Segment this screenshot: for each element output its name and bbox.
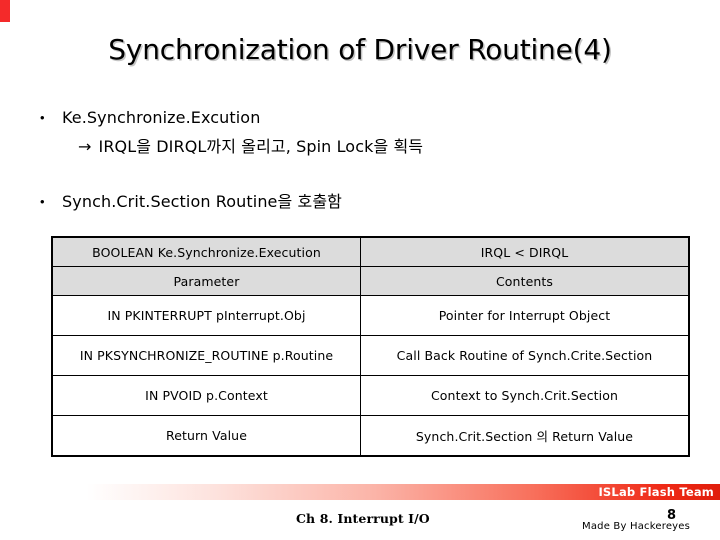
table-row: IN PKINTERRUPT pInterrupt.Obj Pointer fo… bbox=[51, 295, 690, 336]
corner-accent-marker bbox=[0, 0, 10, 22]
table-row: Return Value Synch.Crit.Section 의 Return… bbox=[51, 415, 690, 457]
cell-contents: Pointer for Interrupt Object bbox=[360, 295, 690, 336]
bullet-item-2: • Synch.Crit.Section Routine을 호출함 bbox=[34, 190, 694, 213]
bullet-marker-icon: • bbox=[40, 110, 45, 125]
table-row: IN PVOID p.Context Context to Synch.Crit… bbox=[51, 375, 690, 416]
cell-parameter: IN PKSYNCHRONIZE_ROUTINE p.Routine bbox=[51, 335, 361, 376]
bullet-label-1: Ke.Synchronize.Excution bbox=[62, 108, 261, 127]
sub-bullet-item-1: → IRQL을 DIRQL까지 올리고, Spin Lock을 획득 bbox=[78, 136, 694, 158]
sub-bullet-label-1: IRQL을 DIRQL까지 올리고, Spin Lock을 획득 bbox=[98, 137, 424, 156]
function-specification-table: BOOLEAN Ke.Synchronize.Execution IRQL < … bbox=[51, 236, 690, 457]
arrow-right-icon: → bbox=[78, 137, 92, 156]
cell-parameter: Return Value bbox=[51, 415, 361, 457]
bullet-block-2: • Synch.Crit.Section Routine을 호출함 bbox=[34, 190, 694, 213]
cell-parameter: IN PKINTERRUPT pInterrupt.Obj bbox=[51, 295, 361, 336]
page-number: 8 bbox=[667, 508, 677, 523]
footer-chapter-label: Ch 8. Interrupt I/O bbox=[296, 511, 430, 526]
column-header-contents: Contents bbox=[360, 266, 690, 296]
page-title: Synchronization of Driver Routine(4) bbox=[108, 33, 612, 66]
bullet-block-1: • Ke.Synchronize.Excution → IRQL을 DIRQL까지… bbox=[34, 106, 694, 158]
footer-team-label: ISLab Flash Team bbox=[598, 485, 714, 499]
table-column-header-row: Parameter Contents bbox=[51, 266, 690, 296]
signature-function-cell: BOOLEAN Ke.Synchronize.Execution bbox=[51, 236, 361, 267]
bullet-label-2: Synch.Crit.Section Routine을 호출함 bbox=[62, 192, 342, 211]
cell-contents: Synch.Crit.Section 의 Return Value bbox=[360, 415, 690, 457]
cell-contents: Call Back Routine of Synch.Crite.Section bbox=[360, 335, 690, 376]
cell-contents: Context to Synch.Crit.Section bbox=[360, 375, 690, 416]
column-header-parameter: Parameter bbox=[51, 266, 361, 296]
signature-irql-cell: IRQL < DIRQL bbox=[360, 236, 690, 267]
bullet-marker-icon: • bbox=[40, 194, 45, 209]
table-signature-row: BOOLEAN Ke.Synchronize.Execution IRQL < … bbox=[51, 236, 690, 267]
cell-parameter: IN PVOID p.Context bbox=[51, 375, 361, 416]
table-row: IN PKSYNCHRONIZE_ROUTINE p.Routine Call … bbox=[51, 335, 690, 376]
bullet-item-1: • Ke.Synchronize.Excution bbox=[34, 106, 694, 129]
